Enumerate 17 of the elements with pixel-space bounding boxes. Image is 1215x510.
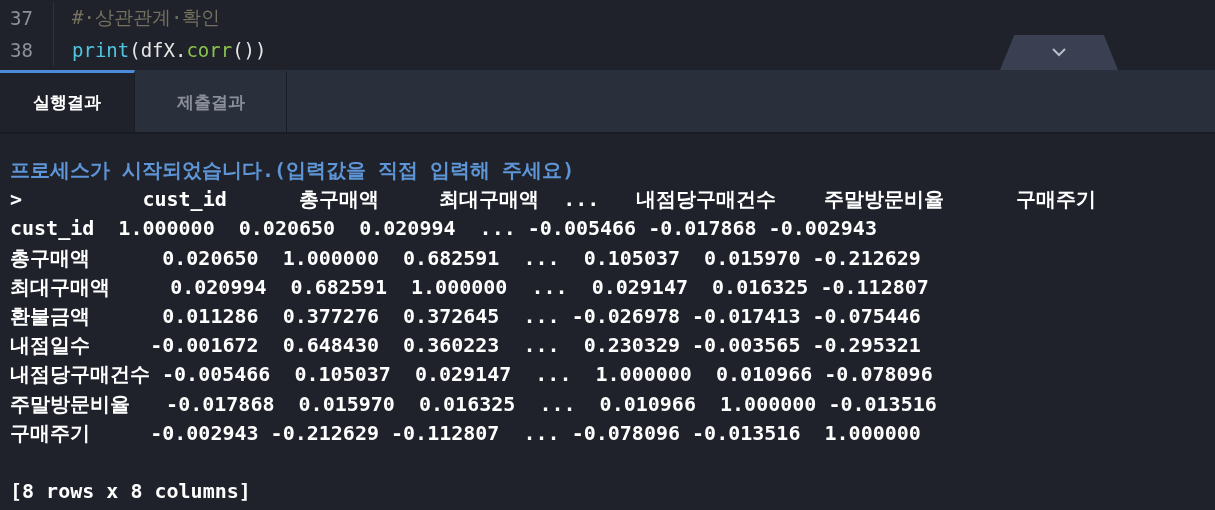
output-line: [8 rows x 8 columns] [10, 477, 252, 505]
chevron-down-icon [1052, 48, 1066, 57]
output-line: cust_id 1.000000 0.020650 0.020994 ... -0.005466 -0.017868 -0.002943 [10, 215, 878, 243]
output-line: 환불금액 0.011286 0.377276 0.372645 ... -0.026978 -0.017413 -0.075446 [10, 302, 922, 330]
output-line: > cust_id 총구매액 최대구매액 ... 내점당구매건수 주말방문비율 구매주기 [10, 186, 1097, 214]
line-number: 37 [0, 2, 54, 34]
output-line: 내점당구매건수 -0.005466 0.105037 0.029147 ... 1.000000 0.010966 -0.078096 [10, 361, 934, 389]
output-line: 최대구매액 0.020994 0.682591 1.000000 ... 0.029147 0.016325 -0.112807 [10, 273, 930, 301]
code-line: #·상관관계·확인 [71, 5, 221, 30]
line-number: 38 [0, 34, 54, 66]
code-line: print(dfX.corr()) [71, 39, 267, 61]
output-line: 구매주기 -0.002943 -0.212629 -0.112807 ... -0.078096 -0.013516 1.000000 [10, 419, 922, 447]
result-tab[interactable]: 실행결과 [0, 70, 135, 132]
output-line: 주말방문비율 -0.017868 0.015970 0.016325 ... 0.010966 1.000000 -0.013516 [10, 390, 938, 418]
output-line: 총구매액 0.020650 1.000000 0.682591 ... 0.105037 0.015970 -0.212629 [10, 244, 922, 272]
status-message: 프로세스가 시작되었습니다.(입력값을 직접 입력해 주세요) [10, 157, 576, 184]
output-line: 내점일수 -0.001672 0.648430 0.360223 ... 0.230329 -0.003565 -0.295321 [10, 332, 922, 360]
